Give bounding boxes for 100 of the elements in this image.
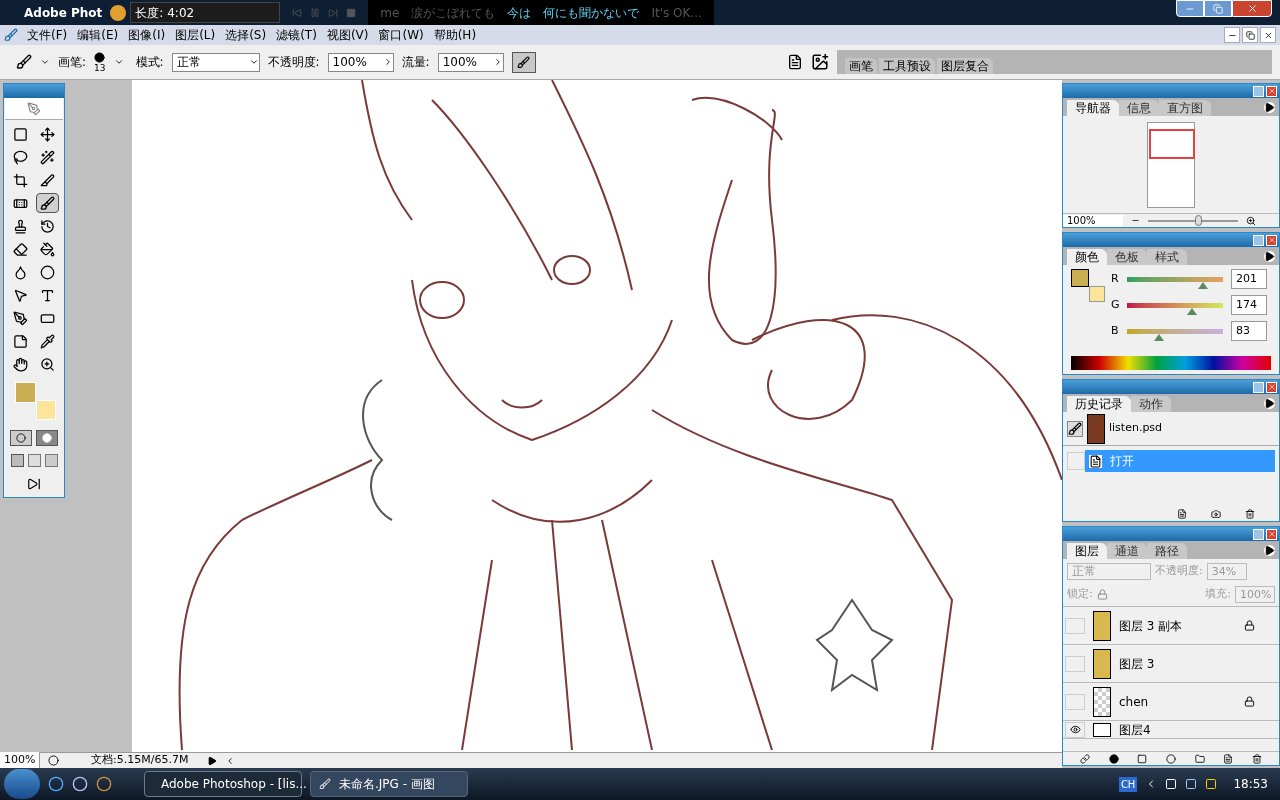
panel-tab[interactable]: 色板 — [1107, 249, 1147, 265]
visibility-toggle[interactable] — [1065, 655, 1085, 672]
panel-menu-icon[interactable] — [1264, 398, 1275, 409]
app-icon[interactable] — [72, 776, 88, 792]
visibility-toggle[interactable] — [1065, 693, 1085, 710]
palette-tab[interactable]: 图层复合 — [937, 58, 993, 74]
flow-field[interactable]: 100% — [437, 52, 504, 72]
background-color-swatch[interactable] — [1089, 286, 1105, 302]
trash-icon[interactable] — [1251, 753, 1262, 764]
standard-mode-button[interactable] — [10, 430, 32, 446]
new-document-icon[interactable] — [1177, 509, 1187, 519]
palette-icon[interactable] — [787, 54, 803, 70]
panel-tab[interactable]: 历史记录 — [1067, 396, 1131, 412]
channel-value[interactable]: 201 — [1231, 269, 1267, 289]
document-icon — [1089, 454, 1102, 468]
file-browser-icon[interactable] — [811, 53, 829, 71]
adjustment-icon[interactable] — [1165, 753, 1176, 764]
app-icon[interactable] — [96, 776, 112, 792]
airbrush-icon — [517, 55, 531, 69]
slider-thumb[interactable] — [1187, 307, 1198, 315]
mask-icon[interactable] — [1137, 753, 1148, 764]
panel-tab[interactable]: 导航器 — [1067, 100, 1119, 116]
tray-icon[interactable] — [1185, 778, 1198, 790]
layer-row[interactable]: chen — [1063, 683, 1279, 721]
trash-icon[interactable] — [1245, 509, 1255, 519]
new-layer-icon[interactable] — [1223, 753, 1234, 764]
color-ramp[interactable] — [1071, 356, 1271, 370]
menu-item[interactable]: 帮助(H) — [428, 26, 482, 44]
panel-tab[interactable]: 颜色 — [1067, 249, 1107, 265]
browser-icon[interactable] — [48, 776, 64, 792]
brush-preset-icon[interactable] — [16, 54, 32, 70]
start-button[interactable] — [4, 769, 40, 799]
layer-row[interactable]: 图层4 — [1063, 721, 1279, 739]
menu-item[interactable]: 文件(F) — [22, 26, 73, 44]
note-icon — [13, 333, 28, 349]
camera-icon[interactable] — [1211, 509, 1221, 519]
restore-button[interactable] — [1242, 27, 1258, 43]
status-menu-icon[interactable] — [207, 755, 217, 766]
zoom-icon — [40, 356, 55, 372]
quick-mask-button[interactable] — [36, 430, 58, 446]
layer-style-icon[interactable] — [1108, 753, 1119, 764]
screen-mode-button[interactable] — [27, 454, 41, 467]
panel-tab[interactable]: 直方图 — [1159, 100, 1211, 116]
panel-tab[interactable]: 通道 — [1107, 543, 1147, 559]
brush-tip-icon[interactable] — [94, 51, 106, 63]
menu-item[interactable]: 滤镜(T) — [271, 26, 322, 44]
brush-icon — [40, 195, 55, 211]
screen-mode-button[interactable] — [10, 454, 24, 467]
lyric-text: 涙がこぼれても — [411, 4, 496, 22]
minimize-button[interactable] — [1224, 27, 1240, 43]
palette-tab[interactable]: 工具预设 — [879, 58, 935, 74]
palette-tab[interactable]: 画笔 — [845, 58, 877, 74]
caret-icon[interactable] — [40, 57, 50, 67]
layer-row[interactable]: 图层 3 副本 — [1063, 607, 1279, 645]
navigator-zoom[interactable]: 100% — [1063, 214, 1123, 227]
slider-thumb[interactable] — [1197, 281, 1208, 289]
menu-item[interactable]: 图层(L) — [170, 26, 221, 44]
zoom-in-icon[interactable] — [1246, 215, 1256, 226]
clock[interactable]: 18:53 — [1225, 775, 1276, 793]
tray-icon[interactable] — [1205, 778, 1218, 790]
panel-tab[interactable]: 路径 — [1147, 543, 1187, 559]
zoom-slider-thumb[interactable] — [1194, 214, 1202, 226]
taskbar-button[interactable]: 未命名.JPG - 画图 — [310, 771, 468, 797]
hand-icon — [13, 356, 28, 372]
visibility-toggle[interactable] — [1065, 617, 1085, 634]
history-brush-icon[interactable] — [1067, 420, 1083, 437]
scroll-left-icon[interactable] — [225, 755, 235, 766]
language-indicator[interactable]: CH — [1118, 776, 1138, 792]
caret-icon[interactable] — [113, 57, 124, 67]
droplet-icon — [13, 264, 28, 280]
panel-menu-icon[interactable] — [1264, 545, 1275, 556]
menu-item[interactable]: 窗口(W) — [373, 26, 429, 44]
channel-value[interactable]: 83 — [1231, 321, 1267, 341]
slider-thumb[interactable] — [1153, 333, 1164, 341]
panel-menu-icon[interactable] — [1264, 251, 1275, 262]
airbrush-button[interactable] — [511, 51, 536, 73]
menu-item[interactable]: 选择(S) — [220, 26, 272, 44]
panel-tab[interactable]: 样式 — [1147, 249, 1187, 265]
menu-item[interactable]: 图像(I) — [123, 26, 171, 44]
panel-tab[interactable]: 信息 — [1119, 100, 1159, 116]
link-icon[interactable] — [1080, 753, 1091, 764]
zoom-field[interactable]: 100% — [0, 752, 40, 769]
layer-row[interactable]: 图层 3 — [1063, 645, 1279, 683]
panel-tab[interactable]: 动作 — [1131, 396, 1171, 412]
folder-icon[interactable] — [1194, 753, 1205, 764]
mode-dropdown[interactable]: 正常 — [171, 52, 260, 72]
menu-item[interactable]: 视图(V) — [321, 26, 374, 44]
panel-tab[interactable]: 图层 — [1067, 543, 1107, 559]
status-icon[interactable] — [48, 755, 59, 766]
menu-item[interactable]: 编辑(E) — [72, 26, 124, 44]
channel-value[interactable]: 174 — [1231, 295, 1267, 315]
panel-menu-icon[interactable] — [1264, 102, 1275, 113]
visibility-toggle[interactable] — [1065, 721, 1085, 738]
foreground-color-swatch[interactable] — [1071, 269, 1089, 287]
screen-mode-button[interactable] — [44, 454, 58, 467]
snapshot-name[interactable]: listen.psd — [1109, 420, 1163, 437]
brush-size: 13 — [94, 62, 106, 73]
close-button[interactable] — [1260, 27, 1276, 43]
opacity-field[interactable]: 100% — [327, 52, 394, 72]
tool-button[interactable] — [36, 193, 59, 213]
